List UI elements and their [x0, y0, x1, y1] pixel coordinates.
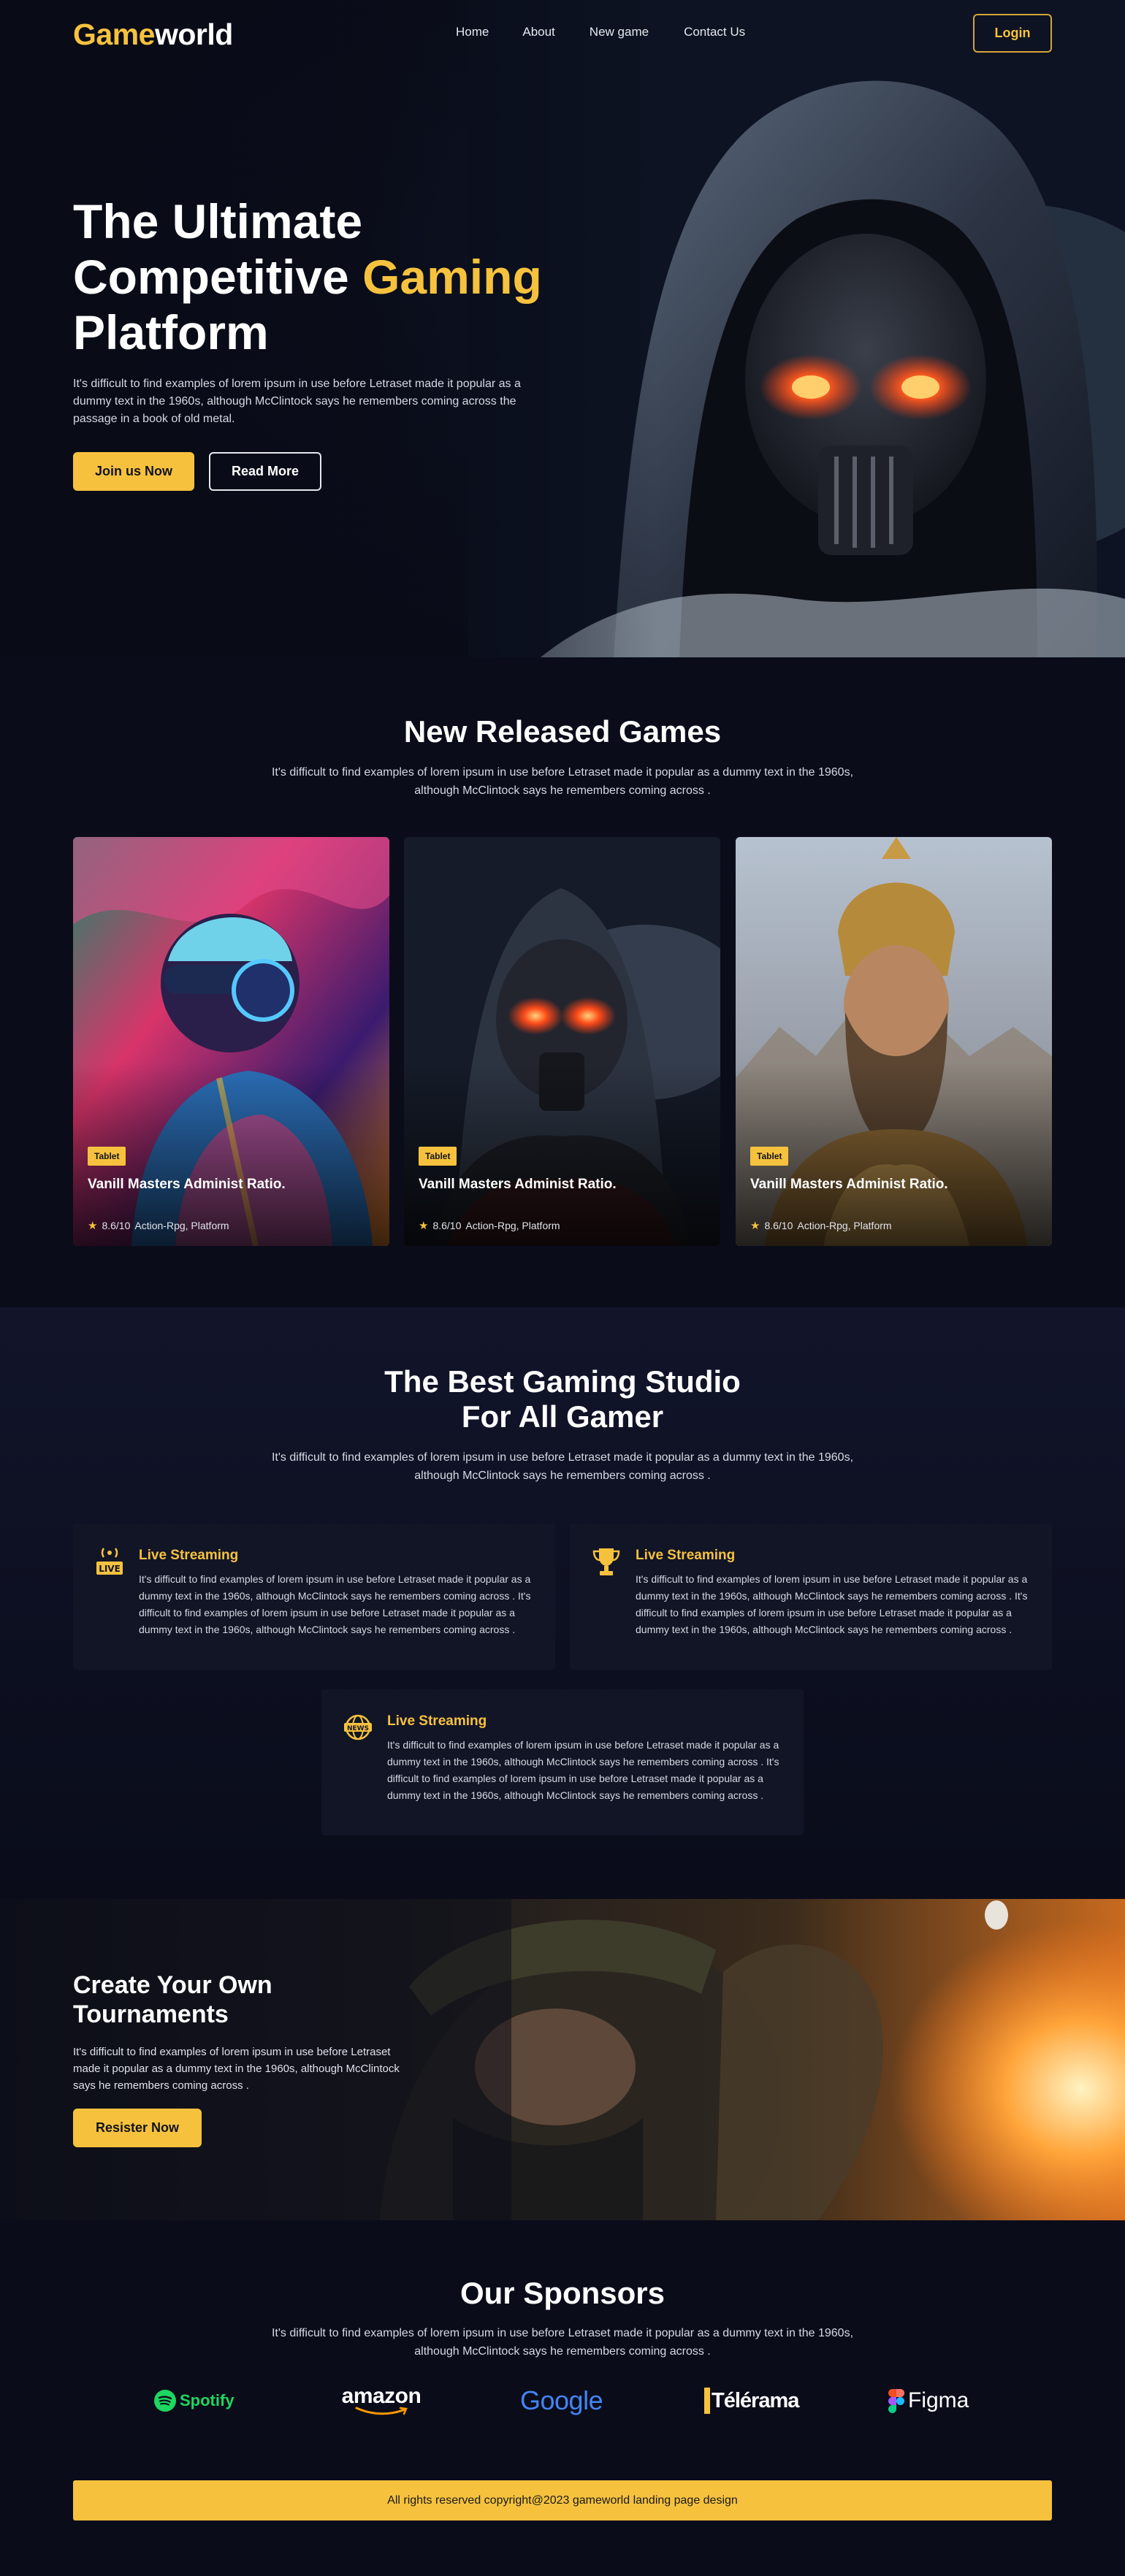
platform-tag: Tablet [88, 1147, 126, 1166]
hero-title-line2a: Competitive [73, 250, 363, 304]
hero-section: Gameworld Home About New game Contact Us… [0, 0, 1125, 657]
figma-icon [888, 2388, 904, 2413]
hero-title: The Ultimate Competitive Gaming Platform [73, 194, 599, 360]
svg-text:LIVE: LIVE [99, 1564, 121, 1574]
feature-card-3: NEWS Live Streaming It's difficult to fi… [321, 1689, 804, 1835]
game-rating: 8.6/10 [432, 1220, 462, 1231]
feature-card-2: Live Streaming It's difficult to find ex… [570, 1524, 1052, 1670]
sponsors-subtitle: It's difficult to find examples of lorem… [271, 2327, 854, 2358]
sponsor-telerama[interactable]: Télérama [704, 2384, 799, 2418]
logo-part-world: world [154, 18, 233, 51]
game-genre: Action-Rpg, Platform [797, 1220, 892, 1231]
read-more-button[interactable]: Read More [209, 452, 321, 491]
nav-link-new-game[interactable]: New game [590, 25, 649, 39]
platform-tag: Tablet [750, 1147, 789, 1166]
game-meta: ★ 8.6/10 Action-Rpg, Platform [419, 1219, 560, 1232]
game-genre: Action-Rpg, Platform [465, 1220, 560, 1231]
hero-description: It's difficult to find examples of lorem… [73, 378, 521, 425]
game-card-1[interactable]: Tablet Vanill Masters Administ Ratio. ★ … [73, 837, 389, 1246]
sponsor-google[interactable]: Google [520, 2384, 615, 2418]
sponsors-title: Our Sponsors [459, 2276, 666, 2310]
top-navigation: Gameworld Home About New game Contact Us… [0, 0, 1125, 67]
nav-link-contact-us[interactable]: Contact Us [684, 25, 745, 39]
figma-wordmark: Figma [908, 2388, 969, 2412]
feature-card-1: LIVE Live Streaming It's difficult to fi… [73, 1524, 555, 1670]
feature-description: It's difficult to find examples of lorem… [139, 1573, 531, 1635]
login-button[interactable]: Login [973, 14, 1052, 53]
amazon-wordmark: amazon [341, 2384, 422, 2408]
register-now-button[interactable]: Resister Now [73, 2109, 202, 2147]
spotify-wordmark: Spotify [180, 2391, 234, 2409]
game-title: Vanill Masters Administ Ratio. [419, 1177, 617, 1192]
feature-title: Live Streaming [139, 1548, 239, 1563]
game-rating: 8.6/10 [102, 1220, 131, 1231]
nav-links: Home About New game Contact Us [456, 25, 745, 39]
trophy-icon [592, 1548, 620, 1575]
feature-description: It's difficult to find examples of lorem… [387, 1739, 779, 1801]
game-title: Vanill Masters Administ Ratio. [88, 1177, 286, 1192]
sponsor-amazon[interactable]: amazon [338, 2384, 425, 2418]
studio-title-line1: The Best Gaming Studio [384, 1364, 741, 1399]
game-meta: ★ 8.6/10 Action-Rpg, Platform [750, 1219, 892, 1232]
star-icon: ★ [419, 1220, 429, 1232]
live-icon: LIVE [96, 1548, 123, 1575]
platform-tag: Tablet [419, 1147, 457, 1166]
sponsor-figma[interactable]: Figma [888, 2384, 976, 2418]
tournament-title: Create Your Own Tournaments [73, 1971, 272, 2028]
tournament-banner: Create Your Own Tournaments It's difficu… [0, 1899, 1125, 2220]
sponsor-spotify[interactable]: Spotify [153, 2384, 241, 2418]
feature-description: It's difficult to find examples of lorem… [636, 1573, 1028, 1635]
google-wordmark: Google [520, 2385, 603, 2415]
nav-link-about[interactable]: About [522, 25, 554, 39]
telerama-bar-icon [704, 2388, 710, 2414]
spotify-icon [154, 2390, 176, 2412]
star-icon: ★ [88, 1220, 98, 1232]
copyright-text: All rights reserved copyright@2023 gamew… [387, 2493, 738, 2507]
game-rating: 8.6/10 [764, 1220, 793, 1231]
amazon-smile-icon [355, 2407, 408, 2415]
nav-link-home[interactable]: Home [456, 25, 489, 39]
svg-text:NEWS: NEWS [347, 1725, 369, 1732]
footer-bar: All rights reserved copyright@2023 gamew… [73, 2480, 1052, 2520]
game-meta: ★ 8.6/10 Action-Rpg, Platform [88, 1219, 229, 1232]
game-card-2[interactable]: Tablet Vanill Masters Administ Ratio. ★ … [404, 837, 720, 1246]
studio-title-line2: For All Gamer [461, 1399, 664, 1434]
hero-title-line3: Platform [73, 305, 269, 359]
new-games-subtitle: It's difficult to find examples of lorem… [271, 766, 854, 797]
game-genre: Action-Rpg, Platform [134, 1220, 229, 1231]
game-title: Vanill Masters Administ Ratio. [750, 1177, 948, 1192]
tournament-description: It's difficult to find examples of lorem… [73, 2046, 400, 2092]
hero-title-line1: The Ultimate [73, 194, 363, 248]
feature-title: Live Streaming [387, 1713, 487, 1729]
hero-title-highlight: Gaming [362, 250, 542, 304]
star-icon: ★ [750, 1220, 760, 1232]
new-games-title: New Released Games [403, 714, 722, 749]
news-icon: NEWS [344, 1714, 372, 1740]
landing-page: Gameworld Home About New game Contact Us… [0, 0, 1125, 2576]
logo-part-game: Game [73, 18, 155, 51]
telerama-wordmark: Télérama [712, 2388, 799, 2412]
join-us-button[interactable]: Join us Now [73, 452, 194, 491]
studio-subtitle: It's difficult to find examples of lorem… [271, 1451, 854, 1482]
feature-title: Live Streaming [636, 1548, 736, 1563]
game-card-3[interactable]: Tablet Vanill Masters Administ Ratio. ★ … [736, 837, 1052, 1246]
studio-title: The Best Gaming Studio For All Gamer [0, 1364, 1125, 1434]
brand-logo[interactable]: Gameworld [73, 18, 233, 52]
